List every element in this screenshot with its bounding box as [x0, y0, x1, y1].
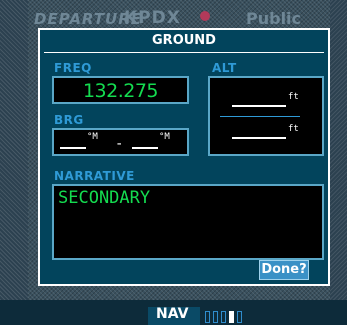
background-page-header: DEPARTURE KPDX Public [28, 8, 330, 30]
nav-mode-label: NAV [156, 306, 189, 322]
bearing-to-dashes [132, 147, 158, 149]
altitude-top-dashes [232, 105, 286, 107]
airport-type: Public [246, 9, 302, 28]
alt-label: ALT [212, 61, 237, 75]
airport-symbol-icon [200, 11, 210, 21]
altitude-bottom-unit: ft [288, 124, 299, 134]
brg-label: BRG [54, 113, 84, 127]
title-divider [44, 52, 324, 53]
airport-identifier: KPDX [124, 8, 181, 28]
narrative-field[interactable]: SECONDARY [52, 184, 324, 260]
right-panel-background [330, 0, 347, 300]
page-indicator-segment [205, 311, 210, 323]
bearing-separator: - [115, 136, 124, 152]
freq-label: FREQ [54, 61, 92, 75]
page-indicator-segment [229, 311, 234, 323]
done-button[interactable]: Done? [259, 260, 309, 280]
page-indicator-segment [237, 311, 242, 323]
bearing-field[interactable]: °M - °M [52, 128, 189, 156]
bearing-from-unit: °M [87, 132, 98, 142]
narrative-value: SECONDARY [58, 188, 151, 208]
frequency-value: 132.275 [82, 80, 159, 102]
frequency-field[interactable]: 132.275 [52, 76, 189, 104]
narrative-label: NARRATIVE [54, 169, 135, 183]
bearing-from-dashes [60, 147, 86, 149]
frequency-dialog: GROUND FREQ 132.275 BRG °M - °M ALT ft f… [38, 28, 330, 286]
bearing-to-unit: °M [159, 132, 170, 142]
altitude-divider [220, 116, 300, 117]
altitude-field[interactable]: ft ft [208, 76, 324, 156]
dialog-title: GROUND [152, 33, 216, 48]
left-panel-background [0, 0, 28, 300]
altitude-top-unit: ft [288, 92, 299, 102]
altitude-bottom-dashes [232, 137, 286, 139]
page-indicator-segment [213, 311, 218, 323]
page-indicator-segment [221, 311, 226, 323]
